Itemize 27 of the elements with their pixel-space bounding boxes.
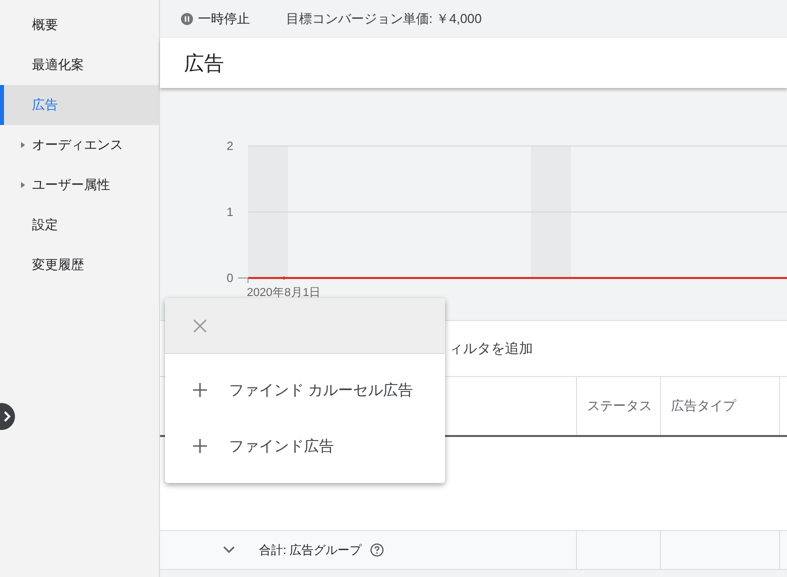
sidebar-item[interactable]: ユーザー属性 [0,165,159,205]
expand-triangle-icon[interactable] [20,141,26,149]
total-label: 合計: 広告グループ [259,542,362,558]
column-header[interactable]: ステータス [587,397,652,415]
menu-item[interactable]: ファインド広告 [165,418,445,474]
column-header[interactable]: 広告タイプ [671,397,736,415]
help-icon[interactable] [370,543,384,557]
pause-icon [181,13,193,25]
y-axis-label: 2 [226,139,234,153]
y-axis-label: 1 [226,205,234,219]
expand-triangle-icon[interactable] [20,181,26,189]
sidebar-item[interactable]: 最適化案 [0,45,159,85]
target-cpa-text: 目標コンバージョン単価: ￥4,000 [286,10,482,28]
plus-icon [193,439,207,453]
add-filter-link[interactable]: ィルタを追加 [449,340,533,358]
plus-icon [193,383,207,397]
page-title: 広告 [184,52,224,76]
sidebar-item[interactable]: オーディエンス [0,125,159,165]
status-text: 一時停止 [198,10,250,28]
sidebar-item[interactable]: 概要 [0,5,159,45]
x-axis-label: 2020年8月1日 [246,287,322,299]
chevron-down-icon[interactable] [223,546,235,554]
chevron-right-icon [2,411,12,422]
y-axis-label: 0 [226,271,234,285]
menu-item[interactable]: ファインド カルーセル広告 [165,362,445,418]
sidebar-item[interactable]: 変更履歴 [0,245,159,285]
sidebar-item[interactable]: 設定 [0,205,159,245]
